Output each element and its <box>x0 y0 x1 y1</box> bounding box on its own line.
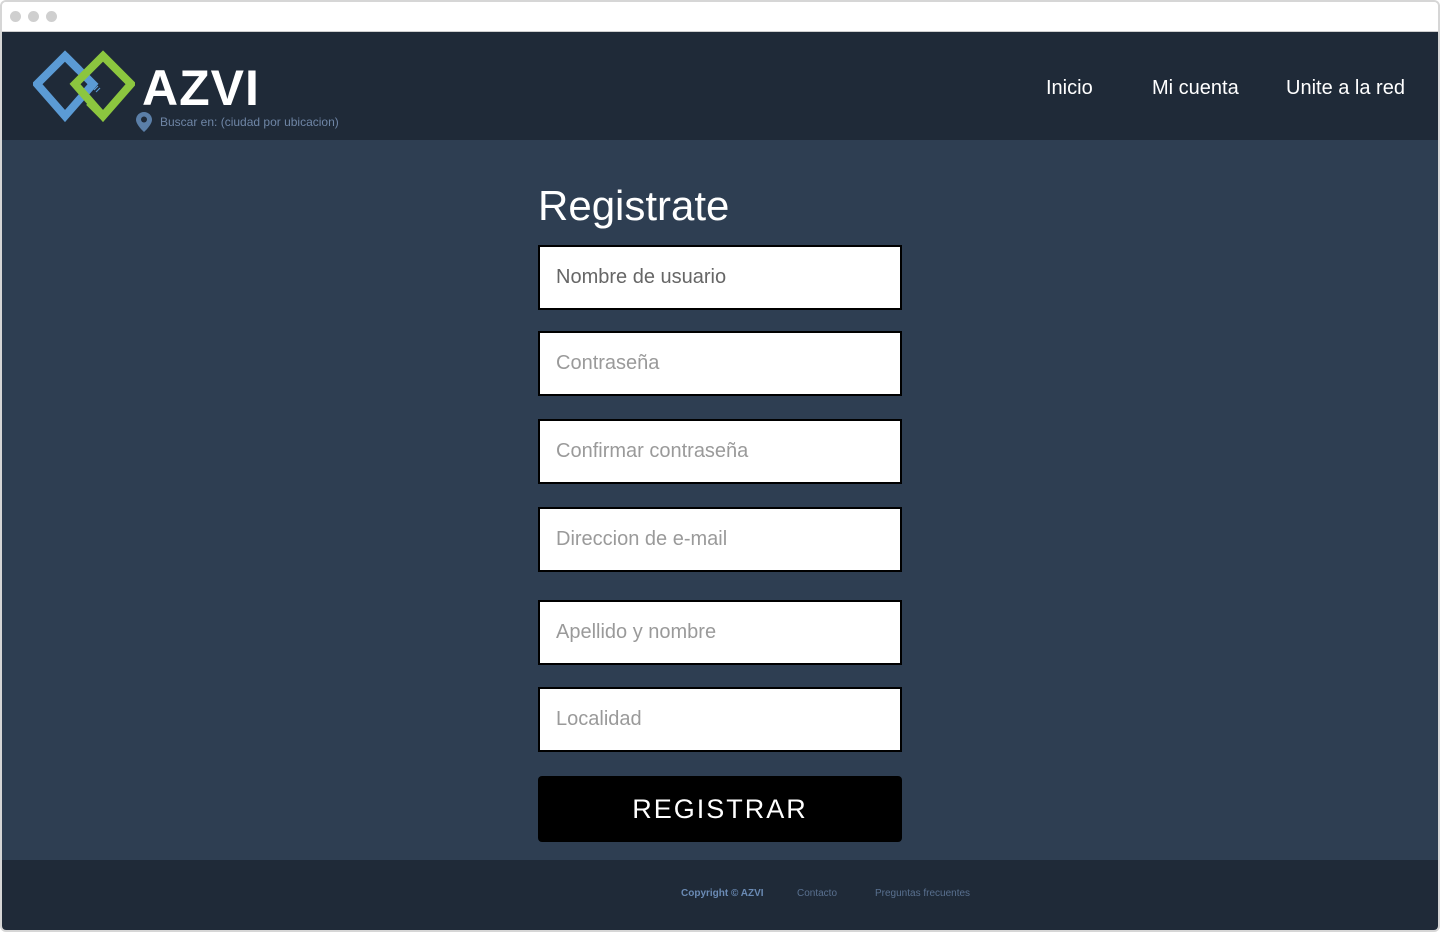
nav-unite-a-la-red[interactable]: Unite a la red <box>1286 77 1405 100</box>
location-text: Buscar en: (ciudad por ubicacion) <box>160 115 339 129</box>
footer-link-faq[interactable]: Preguntas frecuentes <box>875 888 970 899</box>
username-field[interactable] <box>538 245 902 310</box>
password-field[interactable] <box>538 331 902 396</box>
location-search[interactable]: Buscar en: (ciudad por ubicacion) <box>136 112 339 132</box>
site-footer: Copyright © AZVI Contacto Preguntas frec… <box>2 860 1438 930</box>
confirm-password-field[interactable] <box>538 419 902 484</box>
window-maximize-control[interactable] <box>46 11 57 22</box>
copyright-text: Copyright © AZVI <box>681 888 764 899</box>
site-header: AZVI Buscar en: (ciudad por ubicacion) I… <box>2 32 1438 140</box>
nav-inicio[interactable]: Inicio <box>1046 77 1093 100</box>
email-field[interactable] <box>538 507 902 572</box>
map-pin-icon <box>136 112 152 132</box>
window-minimize-control[interactable] <box>28 11 39 22</box>
locality-field[interactable] <box>538 687 902 752</box>
browser-window: AZVI Buscar en: (ciudad por ubicacion) I… <box>0 0 1440 932</box>
full-name-field[interactable] <box>538 600 902 665</box>
page-title: Registrate <box>538 182 730 229</box>
window-titlebar <box>2 2 1438 32</box>
registration-section: Registrate REGISTRAR <box>2 140 1438 860</box>
register-button[interactable]: REGISTRAR <box>538 776 902 842</box>
logo-icon[interactable] <box>33 50 135 124</box>
nav-mi-cuenta[interactable]: Mi cuenta <box>1152 77 1239 100</box>
brand-name[interactable]: AZVI <box>142 60 260 116</box>
footer-link-contacto[interactable]: Contacto <box>797 888 837 899</box>
window-close-control[interactable] <box>10 11 21 22</box>
